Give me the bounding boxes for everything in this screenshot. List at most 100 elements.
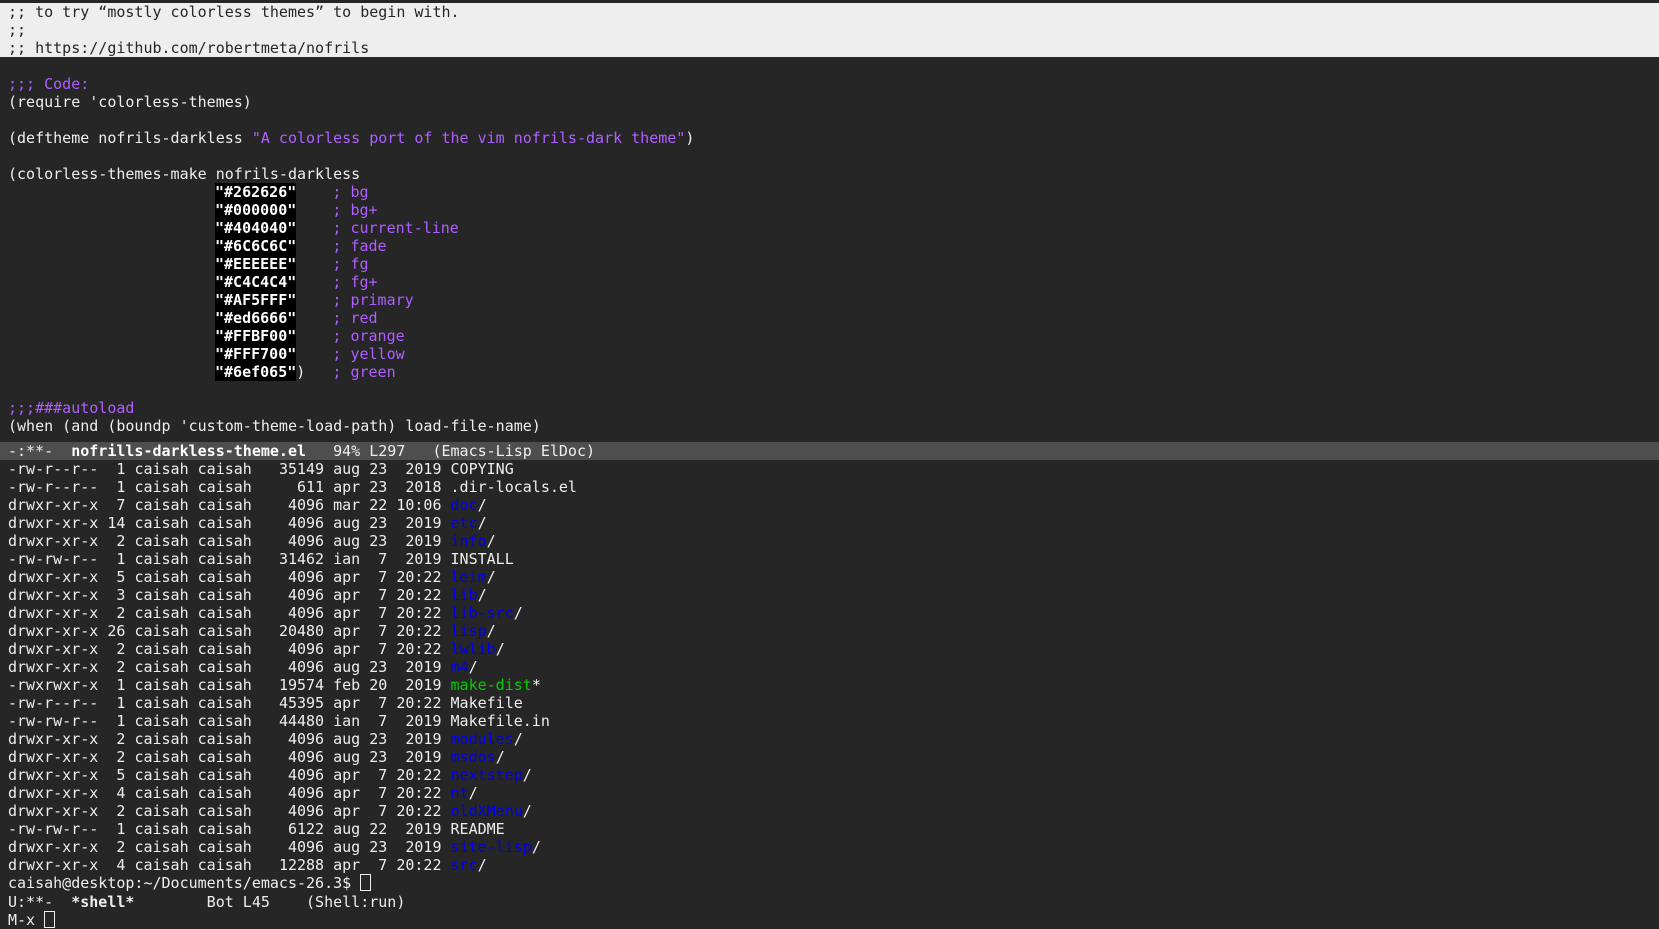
- modeline-modes[interactable]: (Emacs-Lisp ElDoc): [432, 442, 595, 460]
- color-hex-string: "#EEEEEE": [215, 255, 297, 273]
- listing-owner: caisah: [134, 838, 189, 856]
- listing-name[interactable]: leim: [451, 568, 487, 586]
- deftheme-docstring: "A colorless port of the vim nofrils-dar…: [251, 129, 686, 147]
- listing-links: 5: [107, 766, 126, 784]
- listing-perm: drwxr-xr-x: [8, 496, 99, 514]
- listing-perm: drwxr-xr-x: [8, 622, 99, 640]
- color-hex-string: "#404040": [215, 219, 297, 237]
- listing-name[interactable]: etc: [451, 514, 478, 532]
- modeline-buffer-name[interactable]: *shell*: [71, 893, 134, 911]
- listing-date: apr 7 20:22: [333, 622, 442, 640]
- listing-name[interactable]: info: [451, 532, 487, 550]
- listing-name[interactable]: lib: [451, 586, 478, 604]
- listing-name[interactable]: Makefile.in: [451, 712, 550, 730]
- listing-owner: caisah: [134, 856, 189, 874]
- listing-links: 14: [107, 514, 126, 532]
- modeline-modes[interactable]: (Shell:run): [306, 893, 405, 911]
- listing-name[interactable]: INSTALL: [451, 550, 514, 568]
- listing-size: 4096: [287, 532, 325, 550]
- listing-owner: caisah: [134, 820, 189, 838]
- listing-name[interactable]: Makefile: [451, 694, 523, 712]
- listing-name[interactable]: m4: [451, 658, 469, 676]
- listing-links: 1: [107, 712, 126, 730]
- modeline-position: 94% L297: [306, 442, 433, 460]
- listing-perm: -rw-r--r--: [8, 694, 99, 712]
- listing-name[interactable]: site-lisp: [451, 838, 532, 856]
- listing-name[interactable]: doc: [451, 496, 478, 514]
- listing-name[interactable]: lwlib: [451, 640, 496, 658]
- listing-group: caisah: [197, 658, 252, 676]
- listing-group: caisah: [197, 820, 252, 838]
- minibuffer[interactable]: M-x: [0, 911, 56, 929]
- listing-name[interactable]: modules: [451, 730, 514, 748]
- deftheme-line: (deftheme nofrils-darkless "A colorless …: [0, 129, 1659, 147]
- color-hex-string: "#6ef065": [215, 363, 297, 381]
- color-role-comment: ; red: [332, 309, 378, 327]
- listing-name[interactable]: lib-src: [451, 604, 514, 622]
- listing-owner: caisah: [134, 658, 189, 676]
- listing-name[interactable]: src: [451, 856, 478, 874]
- listing-name[interactable]: nt: [451, 784, 469, 802]
- listing-group: caisah: [197, 640, 252, 658]
- listing-name[interactable]: lisp: [451, 622, 487, 640]
- listing-name[interactable]: .dir-locals.el: [451, 478, 577, 496]
- listing-name[interactable]: COPYING: [451, 460, 514, 478]
- shell-prompt-line[interactable]: caisah@desktop:~/Documents/emacs-26.3$: [0, 874, 1659, 892]
- listing-date: apr 7 20:22: [333, 802, 442, 820]
- listing-name[interactable]: msdos: [451, 748, 496, 766]
- shell-window[interactable]: -rw-r--r-- 1 caisah caisah 35149 aug 23 …: [0, 460, 1659, 901]
- listing-date: aug 23 2019: [333, 532, 442, 550]
- listing-suffix: /: [486, 568, 496, 586]
- listing-links: 1: [107, 676, 126, 694]
- color-entry-line: "#C4C4C4" ; fg+: [0, 273, 1659, 291]
- listing-group: caisah: [197, 568, 252, 586]
- listing-owner: caisah: [134, 550, 189, 568]
- modeline-buffer-name[interactable]: nofrills-darkless-theme.el: [71, 442, 306, 460]
- close-paren: ): [296, 363, 306, 381]
- listing-date: aug 23 2019: [333, 748, 442, 766]
- listing-links: 1: [107, 478, 126, 496]
- listing-name[interactable]: README: [451, 820, 505, 838]
- listing-name[interactable]: oldXMenu: [451, 802, 523, 820]
- listing-name[interactable]: nextstep: [451, 766, 523, 784]
- listing-owner: caisah: [134, 730, 189, 748]
- listing-size: 4096: [287, 730, 325, 748]
- listing-owner: caisah: [134, 586, 189, 604]
- editor-window[interactable]: ;; to try “mostly colorless themes” to b…: [0, 0, 1659, 442]
- listing-perm: drwxr-xr-x: [8, 856, 99, 874]
- when-line: (when (and (boundp 'custom-theme-load-pa…: [8, 417, 541, 435]
- color-role-comment: ; current-line: [332, 219, 459, 237]
- listing-owner: caisah: [134, 694, 189, 712]
- listing-name[interactable]: make-dist: [451, 676, 532, 694]
- listing-row: -rw-r--r-- 1 caisah caisah 611 apr 23 20…: [0, 478, 1659, 496]
- listing-suffix: /: [477, 856, 487, 874]
